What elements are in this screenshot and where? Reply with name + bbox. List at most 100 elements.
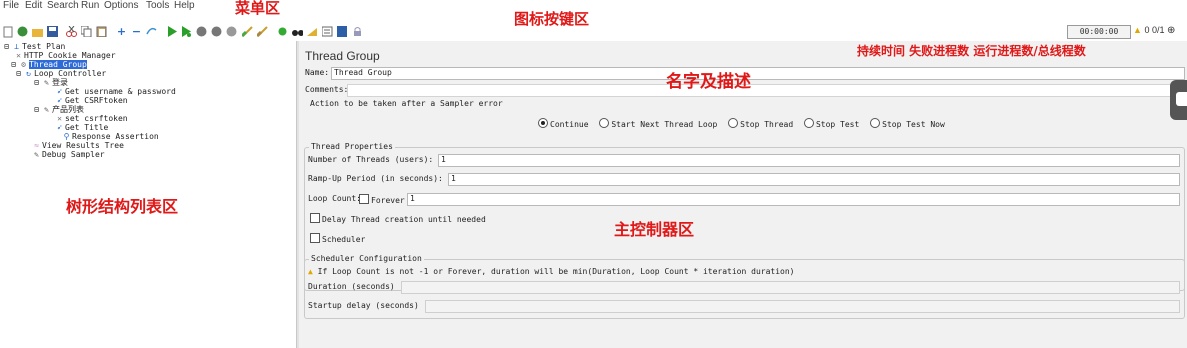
tree-label: 登录: [52, 78, 68, 87]
tree-toggle-icon[interactable]: ⊟: [2, 42, 11, 51]
tree-label: Debug Sampler: [42, 150, 105, 159]
tree-toggle-icon[interactable]: ⊟: [9, 60, 18, 69]
help-icon[interactable]: [337, 25, 348, 38]
side-handle-button[interactable]: [1170, 80, 1187, 120]
copy-icon[interactable]: [81, 25, 92, 38]
tree-toggle-icon[interactable]: ⊟: [32, 105, 41, 114]
tree-assertion[interactable]: ⚲ Response Assertion: [62, 132, 159, 141]
toggle-icon[interactable]: [146, 25, 157, 38]
error-count: 0: [1144, 25, 1150, 35]
test-plan-icon: ⊥: [14, 42, 19, 51]
menu-edit[interactable]: Edit: [25, 0, 42, 11]
paste-icon[interactable]: [96, 25, 107, 38]
error-action-radios: Continue Start Next Thread Loop Stop Thr…: [538, 118, 945, 130]
startup-delay-field[interactable]: [425, 300, 1180, 313]
checkbox-box: [310, 233, 320, 243]
tree-get-csrf[interactable]: ➹ Get CSRFtoken: [55, 96, 128, 105]
tree-label: 产品列表: [52, 105, 84, 114]
tree-set-csrf[interactable]: ✕ set csrftoken: [55, 114, 128, 123]
toolbar: + −: [0, 19, 1187, 42]
remote-icon[interactable]: [226, 25, 237, 38]
radio-start-next-loop[interactable]: Start Next Thread Loop: [599, 118, 717, 129]
shutdown-icon[interactable]: [211, 25, 222, 38]
clear-icon[interactable]: [242, 25, 253, 38]
comments-label: Comments:: [305, 85, 349, 94]
annotation-controller-area: 主控制器区: [614, 220, 695, 239]
rampup-field[interactable]: 1: [448, 173, 1180, 186]
comments-field[interactable]: [347, 84, 1185, 97]
tree-get-user[interactable]: ➹ Get username & password: [55, 87, 176, 96]
stop-icon[interactable]: [196, 25, 207, 38]
forever-label: Forever: [371, 196, 405, 205]
warning-icon: ▲: [308, 267, 313, 276]
tree-label: Get Title: [65, 123, 109, 132]
tree-results-tree[interactable]: ≈ View Results Tree: [32, 141, 124, 150]
start-icon[interactable]: [166, 25, 177, 38]
tree-test-plan[interactable]: ⊟ ⊥ Test Plan: [2, 42, 65, 51]
loop-count-value: 1: [410, 194, 415, 203]
collapse-icon[interactable]: −: [131, 25, 142, 38]
duration-timer: 00:00:00: [1067, 25, 1131, 39]
loop-count-field[interactable]: 1: [407, 193, 1180, 206]
cut-icon[interactable]: [66, 25, 77, 38]
sampler-icon: ➹: [57, 96, 62, 105]
tree-label: View Results Tree: [42, 141, 124, 150]
radio-stop-thread[interactable]: Stop Thread: [728, 118, 794, 129]
rampup-value: 1: [451, 174, 456, 183]
tree-cookie-manager[interactable]: ✕ HTTP Cookie Manager: [14, 51, 115, 60]
thread-properties-legend: Thread Properties: [309, 142, 395, 151]
radio-label: Stop Thread: [740, 120, 794, 129]
new-icon[interactable]: [2, 25, 13, 38]
tree-toggle-icon[interactable]: ⊟: [14, 69, 23, 78]
tree-label: Test Plan: [22, 42, 66, 51]
thread-count: 0/1: [1151, 25, 1165, 35]
magnifier-icon: ⚲: [63, 132, 70, 141]
list-icon[interactable]: [322, 25, 333, 38]
startup-delay-label: Startup delay (seconds): [308, 301, 419, 310]
menu-run[interactable]: Run: [81, 0, 99, 11]
delay-checkbox[interactable]: Delay Thread creation until needed: [310, 213, 486, 225]
templates-icon[interactable]: [17, 25, 28, 38]
ssl-icon[interactable]: [352, 25, 363, 38]
loop-icon: ↻: [26, 69, 31, 78]
save-icon[interactable]: [47, 25, 58, 38]
clear-all-icon[interactable]: [257, 25, 268, 38]
annotation-tree-area: 树形结构列表区: [66, 197, 179, 216]
globe-icon[interactable]: ⊕: [1167, 25, 1175, 36]
annotation-name-area: 名字及描述: [666, 72, 751, 92]
menu-search[interactable]: Search: [47, 0, 79, 11]
radio-label: Stop Test Now: [882, 120, 945, 129]
tree-get-title[interactable]: ➹ Get Title: [55, 123, 108, 132]
tree-thread-group[interactable]: ⊟ ⚙ Thread Group: [2, 60, 87, 69]
name-field[interactable]: Thread Group: [331, 67, 1185, 80]
radio-stop-test-now[interactable]: Stop Test Now: [870, 118, 945, 129]
annotation-status-area: 持续时间 失败进程数 运行进程数/总线程数: [857, 44, 1086, 58]
tree-debug-sampler[interactable]: ✎ Debug Sampler: [32, 150, 105, 159]
open-icon[interactable]: [32, 25, 43, 38]
tree-toggle-icon[interactable]: ⊟: [32, 78, 41, 87]
duration-field[interactable]: [401, 281, 1180, 294]
tree-product-list[interactable]: ⊟ ✎ 产品列表: [32, 105, 84, 114]
tree-login[interactable]: ⊟ ✎ 登录: [32, 78, 68, 87]
tree-loop-controller[interactable]: ⊟ ↻ Loop Controller: [14, 69, 106, 78]
forever-checkbox[interactable]: Forever: [359, 194, 405, 206]
radio-stop-test[interactable]: Stop Test: [803, 118, 859, 129]
search-icon[interactable]: [292, 25, 303, 38]
scheduler-checkbox[interactable]: Scheduler: [310, 233, 365, 245]
gear-icon: ⚙: [21, 60, 26, 69]
menu-help[interactable]: Help: [174, 0, 195, 11]
radio-dot: [599, 118, 610, 128]
menu-options[interactable]: Options: [104, 0, 138, 11]
menu-tools[interactable]: Tools: [146, 0, 169, 11]
num-threads-value: 1: [441, 155, 446, 164]
num-threads-field[interactable]: 1: [438, 154, 1180, 167]
warning-icon[interactable]: ▲: [1133, 25, 1142, 35]
reset-search-icon[interactable]: [307, 25, 318, 38]
expand-icon[interactable]: +: [116, 25, 127, 38]
radio-continue[interactable]: Continue: [538, 118, 589, 129]
menu-file[interactable]: File: [3, 0, 19, 11]
start-no-pauses-icon[interactable]: [181, 25, 192, 38]
function-helper-icon[interactable]: [277, 25, 288, 38]
radio-dot: [728, 118, 739, 128]
scheduler-warning: ▲ If Loop Count is not -1 or Forever, du…: [308, 267, 794, 277]
